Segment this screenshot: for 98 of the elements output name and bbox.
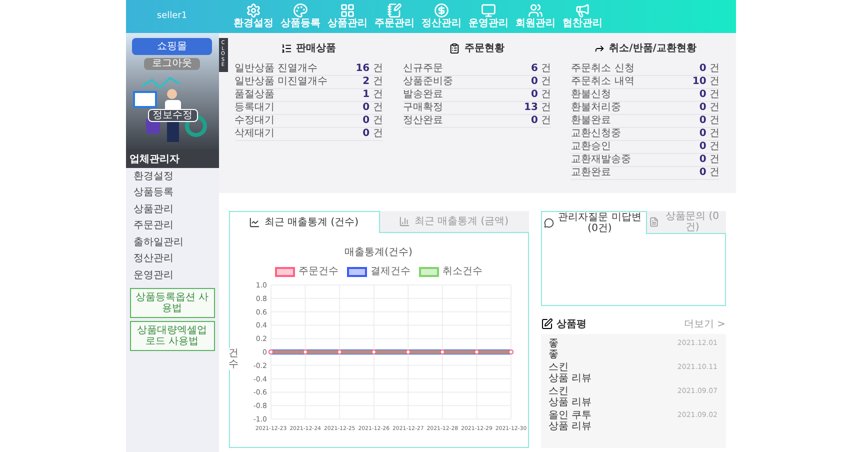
stat-value: 0 건 xyxy=(699,116,720,126)
y-axis-label: 건수 xyxy=(228,348,238,370)
legend-label: 결제건수 xyxy=(370,265,410,279)
logout-button[interactable]: 로그아웃 xyxy=(144,58,200,70)
clipboard-icon xyxy=(449,42,460,54)
sidebar-menu-item[interactable]: 주문관리 xyxy=(126,218,218,234)
stats-heading: 판매상품 xyxy=(296,42,336,56)
stat-value: 0 건 xyxy=(699,168,720,178)
share-arrow-icon xyxy=(594,42,606,54)
monitor-icon xyxy=(481,3,496,18)
stat-value: 0 건 xyxy=(699,155,720,165)
stat-value: 10 건 xyxy=(692,77,720,87)
sidebar-menu-item[interactable]: 출하일관리 xyxy=(126,234,218,250)
people-icon xyxy=(528,3,543,18)
palette-icon xyxy=(293,3,308,18)
stat-value: 0 건 xyxy=(699,129,720,139)
chart-tab[interactable]: 최근 매출통계 (건수) xyxy=(228,211,380,233)
coin-icon xyxy=(434,3,449,18)
guide-button[interactable]: 상품대량엑셀업로드 사용법 xyxy=(130,320,214,350)
stat-value: 1 건 xyxy=(362,90,383,100)
sidebar-menu-item[interactable]: 상품등록 xyxy=(126,184,218,201)
stat-value: 6 건 xyxy=(531,64,552,74)
stat-label: 품절상품 xyxy=(234,90,274,100)
more-link[interactable]: 더보기 > xyxy=(684,316,726,332)
stat-value: 0 건 xyxy=(362,103,383,113)
stats-heading: 주문현황 xyxy=(464,42,504,56)
stat-value: 0 건 xyxy=(531,77,552,87)
gear-icon xyxy=(246,3,261,18)
bar-chart-icon xyxy=(399,216,410,227)
inquiry-tab[interactable]: 관리자질문 미답변 (0건) xyxy=(540,211,648,234)
nav-menu-button[interactable]: 상품등록 xyxy=(278,3,324,30)
shop-button[interactable]: 쇼핑몰 xyxy=(132,38,212,55)
review-text: 상품 리뷰 xyxy=(548,373,592,384)
document-icon xyxy=(649,217,660,227)
stat-value: 0 건 xyxy=(531,90,552,100)
review-title: 올인 쿠투 xyxy=(548,410,592,421)
stat-value: 2 건 xyxy=(362,77,383,87)
review-text: 상품 리뷰 xyxy=(548,421,592,432)
sidebar-menu-item[interactable]: 운영관리 xyxy=(126,267,218,284)
stat-label: 교환완료 xyxy=(571,168,612,178)
line-chart-icon xyxy=(249,217,260,228)
stat-value: 0 건 xyxy=(699,64,720,74)
sidebar-menu-item[interactable]: 정산관리 xyxy=(126,250,218,267)
list-icon xyxy=(281,42,292,54)
nav-menu-button[interactable]: 상품관리 xyxy=(324,3,370,30)
stat-label: 구매확정 xyxy=(402,103,443,113)
stat-label: 신규주문 xyxy=(402,64,443,74)
stat-value: 16 건 xyxy=(356,64,383,74)
speech-bubble-icon xyxy=(544,218,554,228)
sidebar-menu-item[interactable]: 상품관리 xyxy=(126,201,218,218)
notepad-icon xyxy=(387,3,402,18)
chart-tab[interactable]: 최근 매출통계 (금액) xyxy=(380,211,528,233)
blocks-icon xyxy=(340,3,355,18)
guide-button[interactable]: 상품등록옵션 사용법 xyxy=(130,288,214,318)
stat-label: 등록대기 xyxy=(234,103,274,113)
reviews-heading: 상품평 xyxy=(556,318,586,332)
stat-value: 0 건 xyxy=(699,90,720,100)
review-title: 스킨 xyxy=(548,362,570,373)
stat-label: 환불처리중 xyxy=(571,103,622,113)
nav-menu-button[interactable]: 환경설정 xyxy=(230,3,276,30)
stat-label: 교환재발송중 xyxy=(571,155,632,165)
stat-label: 발송완료 xyxy=(402,90,443,100)
legend-label: 취소건수 xyxy=(442,265,482,279)
stat-label: 환불신청 xyxy=(571,90,612,100)
stat-value: 0 건 xyxy=(362,116,383,126)
stat-label: 교환신청중 xyxy=(571,129,622,139)
stats-heading: 취소/반품/교환현황 xyxy=(609,42,696,56)
legend-swatch xyxy=(346,266,366,276)
stat-label: 주문취소 내역 xyxy=(571,77,634,87)
chart-title: 매출통계(건수) xyxy=(344,246,412,260)
megaphone-icon xyxy=(575,3,590,18)
review-title: 스킨 xyxy=(548,386,570,397)
legend-swatch xyxy=(274,266,294,276)
stat-label: 상품준비중 xyxy=(402,77,453,87)
stat-value: 0 건 xyxy=(699,103,720,113)
stat-label: 환불완료 xyxy=(571,116,612,126)
stat-label: 교환승인 xyxy=(571,142,612,152)
legend-label: 주문건수 xyxy=(298,265,338,279)
review-title: 좋 xyxy=(548,338,558,349)
stat-value: 0 건 xyxy=(531,116,552,126)
stat-label: 정산완료 xyxy=(402,116,443,126)
stat-value: 0 건 xyxy=(362,129,383,139)
inquiry-tab[interactable]: 상품문의 (0건) xyxy=(647,211,726,234)
stat-label: 일반상품 진열개수 xyxy=(234,64,318,74)
edit-info-button[interactable]: 정보수정 xyxy=(148,109,198,122)
stat-label: 일반상품 미진열개수 xyxy=(234,77,328,87)
sidebar-menu-item[interactable]: 환경설정 xyxy=(126,168,218,184)
stat-value: 13 건 xyxy=(524,103,552,113)
stat-value: 0 건 xyxy=(699,142,720,152)
review-text: 상품 리뷰 xyxy=(548,397,592,408)
stat-label: 삭제대기 xyxy=(234,129,274,139)
legend-swatch xyxy=(418,266,438,276)
stat-label: 수정대기 xyxy=(234,116,274,126)
stat-label: 주문취소 신청 xyxy=(571,64,634,74)
user-name: seller1 xyxy=(156,10,188,23)
role-label: 업체관리자 xyxy=(126,150,218,168)
review-text: 좋 xyxy=(548,349,558,360)
edit-note-icon xyxy=(540,318,552,330)
